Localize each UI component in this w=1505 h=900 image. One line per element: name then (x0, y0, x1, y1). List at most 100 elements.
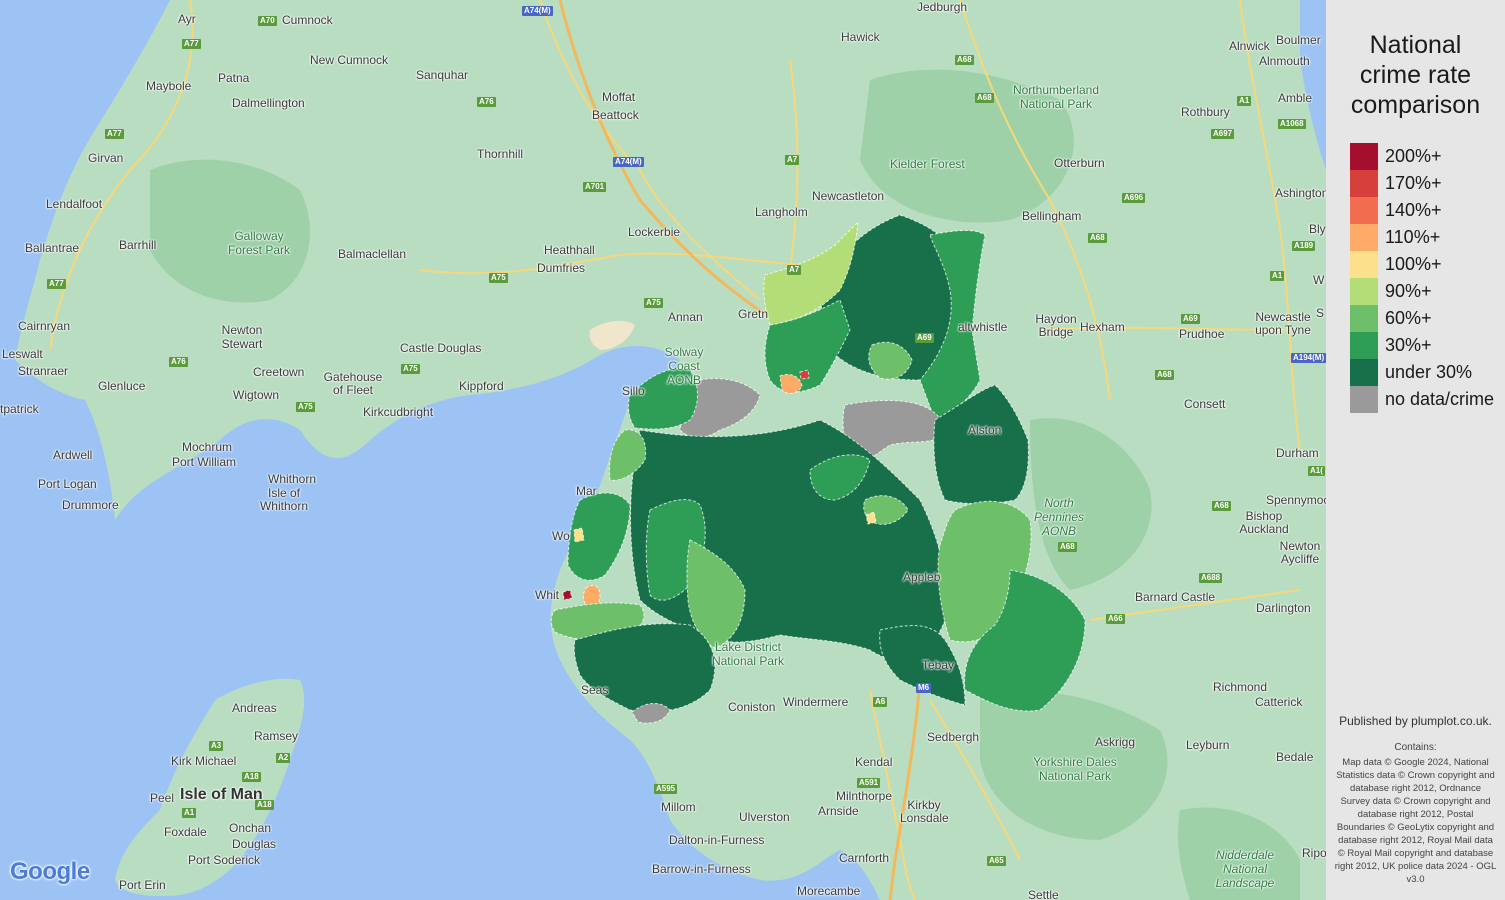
place-label: Mochrum (182, 440, 233, 454)
road-shield: A68 (1155, 370, 1174, 380)
park-label: Northumberland National Park (1012, 83, 1100, 111)
place-label: Catterick (1255, 695, 1303, 709)
place-label: Alnmouth (1259, 54, 1310, 68)
park-label: Yorkshire Dales National Park (1033, 755, 1117, 783)
place-label: Spennymoo (1266, 493, 1326, 507)
legend-title-line: National (1369, 31, 1462, 59)
road-shield: A1( (1308, 466, 1325, 476)
place-label: Sillo (622, 384, 645, 398)
road-shield: A66 (1106, 614, 1125, 624)
place-label: Appleb (903, 570, 941, 584)
legend-item-30: 30%+ (1350, 332, 1432, 359)
place-label: Lockerbie (628, 225, 681, 239)
park-label: Kielder Forest (890, 157, 965, 171)
road-shield: A74(M) (613, 157, 644, 167)
place-label: Heathhall (544, 243, 595, 257)
legend-label: 170%+ (1385, 173, 1442, 193)
road-shield: A77 (47, 279, 66, 289)
place-label: Milnthorpe (836, 789, 893, 803)
legend-swatch (1350, 359, 1378, 386)
place-label: Millom (661, 800, 696, 814)
road-shield: A68 (1058, 542, 1077, 552)
road-shield: A1 (182, 808, 197, 818)
place-label: Ripo (1302, 846, 1326, 860)
place-label: Morecambe (797, 884, 861, 898)
place-label: Otterburn (1054, 156, 1105, 170)
legend-swatch (1350, 170, 1378, 197)
place-label: Onchan (229, 821, 272, 835)
place-label: Stranraer (18, 364, 69, 378)
published-by: Published by plumplot.co.uk. (1339, 714, 1492, 728)
legend-swatch (1350, 224, 1378, 251)
place-label: Newton Stewart (221, 323, 263, 351)
place-label: Boulmer (1276, 33, 1321, 47)
map-view[interactable]: Ayr Cumnock New Cumnock Sanquhar Maybole… (0, 0, 1326, 900)
road-shield: A1 (1237, 96, 1252, 106)
place-label: Glenluce (98, 379, 146, 393)
legend-label: 30%+ (1385, 335, 1432, 355)
road-shield: A68 (1088, 233, 1107, 243)
legend-label: 60%+ (1385, 308, 1432, 328)
place-label: Ardwell (53, 448, 93, 462)
place-label: Castle Douglas (400, 341, 482, 355)
road-shield: A697 (1211, 129, 1235, 139)
place-label: Lendalfoot (46, 197, 103, 211)
legend-swatch (1350, 251, 1378, 278)
legend-swatch (1350, 305, 1378, 332)
road-shield: A75 (644, 298, 663, 308)
road-shield: A7 (785, 155, 800, 165)
road-shield: A701 (583, 182, 607, 192)
region-workington-centre (573, 527, 585, 543)
place-label: Barrow-in-Furness (652, 862, 751, 876)
place-label: Kippford (459, 379, 504, 393)
park-label: Lake District National Park (711, 640, 785, 668)
place-label: Whit (535, 588, 559, 602)
legend-swatch (1350, 143, 1378, 170)
place-label: Kirkcudbright (363, 405, 434, 419)
legend-swatch (1350, 197, 1378, 224)
place-label: Barrhill (119, 238, 157, 252)
place-label: Durham (1276, 446, 1319, 460)
place-label: Balmaclellan (338, 247, 407, 261)
park-label: Solway Coast AONB (664, 345, 704, 387)
place-label: Moffat (602, 90, 636, 104)
place-label: Amble (1278, 91, 1313, 105)
place-label: Hexham (1080, 320, 1125, 334)
place-label: altwhistle (958, 320, 1008, 334)
place-label: Gretn (738, 307, 769, 321)
place-label: Ayr (178, 12, 196, 26)
road-shield: A77 (105, 129, 124, 139)
place-label: Port William (172, 455, 237, 469)
place-label: Langholm (755, 205, 808, 219)
place-label: Newcastle upon Tyne (1255, 310, 1311, 337)
road-shield: A76 (477, 97, 496, 107)
road-shield: A69 (1181, 314, 1200, 324)
place-label: Douglas (232, 837, 277, 851)
place-label: Bellingham (1022, 209, 1082, 223)
legend-swatch (1350, 386, 1378, 413)
place-label: Creetown (253, 365, 305, 379)
place-label: Leswalt (2, 347, 43, 361)
legend-label: 100%+ (1385, 254, 1442, 274)
legend-label: 90%+ (1385, 281, 1432, 301)
legend-item-200: 200%+ (1350, 143, 1442, 170)
road-shield: A75 (401, 364, 420, 374)
place-label: Windermere (783, 695, 849, 709)
road-shield: A591 (857, 778, 881, 788)
place-label: Wo (552, 529, 570, 543)
road-shield: A688 (1199, 573, 1223, 583)
data-credits: Map data © Google 2024, National Statist… (1334, 757, 1497, 885)
legend-item-140: 140%+ (1350, 197, 1442, 224)
park-label: North Pennines AONB (1033, 496, 1085, 538)
place-label: Drummore (62, 498, 119, 512)
place-label: Kendal (855, 755, 893, 769)
road-shield: A18 (255, 800, 274, 810)
place-label: Andreas (232, 701, 277, 715)
road-shield: A75 (296, 402, 315, 412)
legend-item-no-data: no data/crime (1350, 386, 1494, 413)
road-shield: A696 (1122, 193, 1146, 203)
place-label: Hawick (841, 30, 880, 44)
road-shield: A194(M) (1291, 353, 1326, 363)
place-label: Mar (576, 484, 597, 498)
place-label: Port Erin (119, 878, 166, 892)
